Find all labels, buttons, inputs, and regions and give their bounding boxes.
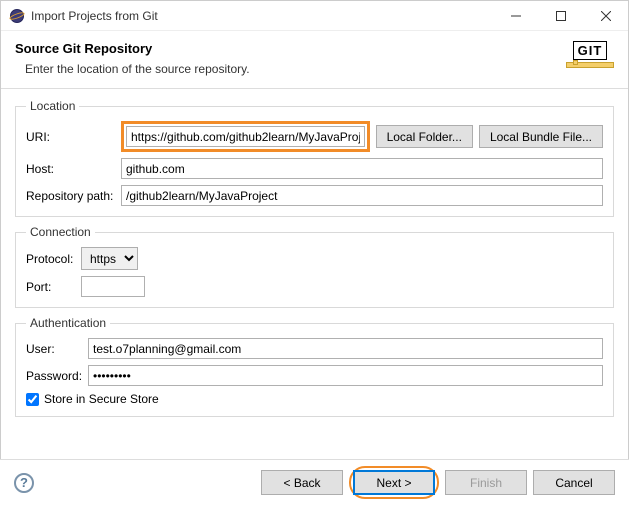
location-group: Location URI: Local Folder... Local Bund… bbox=[15, 99, 614, 217]
port-input[interactable] bbox=[81, 276, 145, 297]
page-title: Source Git Repository bbox=[15, 41, 558, 56]
user-label: User: bbox=[26, 342, 88, 356]
user-input[interactable] bbox=[88, 338, 603, 359]
authentication-group: Authentication User: Password: Store in … bbox=[15, 316, 614, 417]
wizard-body: Location URI: Local Folder... Local Bund… bbox=[1, 89, 628, 431]
local-folder-button[interactable]: Local Folder... bbox=[376, 125, 473, 148]
wizard-header: Source Git Repository Enter the location… bbox=[1, 31, 628, 89]
uri-input[interactable] bbox=[126, 126, 365, 147]
eclipse-icon bbox=[9, 8, 25, 24]
port-label: Port: bbox=[26, 280, 81, 294]
next-button[interactable]: Next > bbox=[353, 470, 435, 495]
git-logo-icon: GIT bbox=[566, 41, 614, 68]
wizard-button-bar: ? < Back Next > Finish Cancel bbox=[0, 459, 629, 505]
next-highlight-annotation: Next > bbox=[349, 466, 439, 499]
authentication-legend: Authentication bbox=[26, 316, 110, 330]
title-bar: Import Projects from Git bbox=[1, 1, 628, 31]
protocol-label: Protocol: bbox=[26, 252, 81, 266]
store-secure-checkbox[interactable] bbox=[26, 393, 39, 406]
minimize-button[interactable] bbox=[493, 1, 538, 31]
uri-highlight-annotation bbox=[121, 121, 370, 152]
back-button[interactable]: < Back bbox=[261, 470, 343, 495]
page-subtitle: Enter the location of the source reposit… bbox=[25, 62, 558, 76]
help-icon[interactable]: ? bbox=[14, 473, 34, 493]
connection-group: Connection Protocol: https Port: bbox=[15, 225, 614, 308]
cancel-button[interactable]: Cancel bbox=[533, 470, 615, 495]
close-button[interactable] bbox=[583, 1, 628, 31]
window-title: Import Projects from Git bbox=[31, 9, 158, 23]
uri-label: URI: bbox=[26, 130, 121, 144]
repo-path-input[interactable] bbox=[121, 185, 603, 206]
location-legend: Location bbox=[26, 99, 79, 113]
maximize-button[interactable] bbox=[538, 1, 583, 31]
connection-legend: Connection bbox=[26, 225, 95, 239]
password-input[interactable] bbox=[88, 365, 603, 386]
host-input[interactable] bbox=[121, 158, 603, 179]
store-secure-label: Store in Secure Store bbox=[44, 392, 159, 406]
local-bundle-file-button[interactable]: Local Bundle File... bbox=[479, 125, 603, 148]
finish-button: Finish bbox=[445, 470, 527, 495]
password-label: Password: bbox=[26, 369, 88, 383]
protocol-select[interactable]: https bbox=[81, 247, 138, 270]
repo-path-label: Repository path: bbox=[26, 189, 121, 203]
host-label: Host: bbox=[26, 162, 121, 176]
